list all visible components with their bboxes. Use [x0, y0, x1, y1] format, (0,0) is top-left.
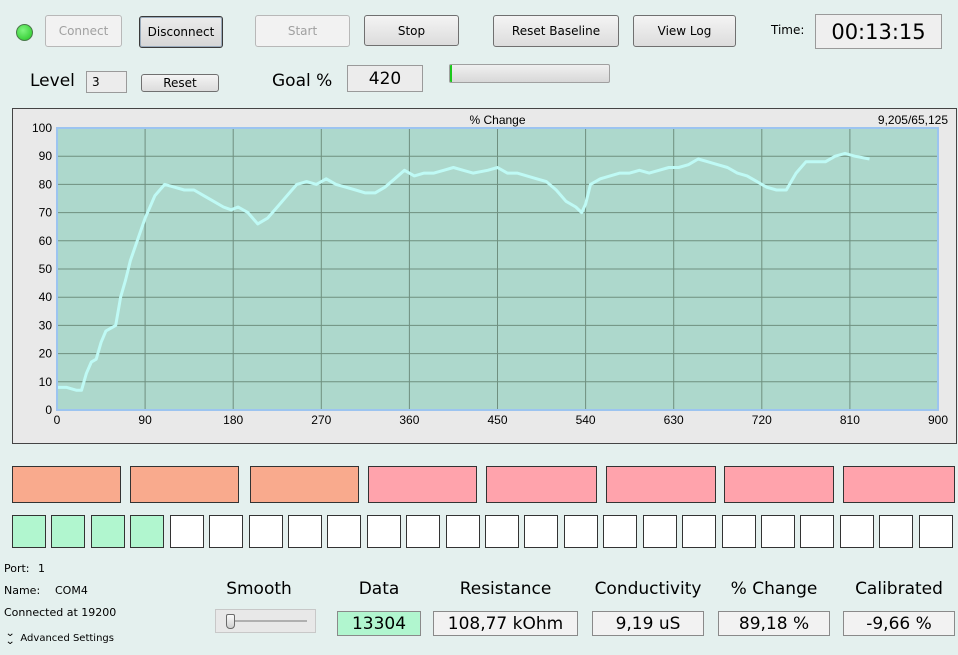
x-tick-label: 90 — [138, 413, 152, 427]
stage-block — [368, 466, 477, 503]
calibrated-value: -9,66 % — [843, 611, 955, 636]
chart-title: % Change — [469, 113, 525, 127]
connection-status-led — [16, 24, 33, 41]
progress-step-cell — [564, 515, 598, 548]
x-tick-label: 180 — [223, 413, 243, 427]
progress-step-cell — [91, 515, 125, 548]
y-tick-label: 20 — [39, 347, 53, 361]
y-tick-label: 60 — [39, 234, 53, 248]
stage-block — [486, 466, 597, 503]
y-tick-label: 100 — [32, 121, 52, 135]
progress-step-cell — [170, 515, 204, 548]
data-value: 13304 — [337, 611, 421, 636]
level-label: Level — [30, 71, 75, 91]
name-label: Name: — [4, 584, 41, 597]
y-tick-label: 80 — [39, 177, 53, 191]
advanced-settings-label: Advanced Settings — [20, 632, 114, 644]
x-tick-label: 720 — [752, 413, 772, 427]
connect-button[interactable]: Connect — [45, 15, 122, 47]
y-tick-label: 50 — [39, 262, 53, 276]
level-reset-button[interactable]: Reset — [141, 74, 219, 92]
disconnect-button[interactable]: Disconnect — [139, 16, 223, 48]
resistance-label: Resistance — [459, 579, 552, 599]
progress-step-cell — [682, 515, 716, 548]
y-tick-label: 90 — [39, 149, 53, 163]
x-tick-label: 630 — [664, 413, 684, 427]
calibrated-label: Calibrated — [855, 579, 943, 599]
stage-block — [130, 466, 239, 503]
connection-speed-text: Connected at 19200 — [4, 606, 117, 619]
stage-block — [250, 466, 359, 503]
stage-block — [724, 466, 834, 503]
data-label: Data — [358, 579, 400, 599]
y-tick-label: 10 — [39, 375, 53, 389]
stage-block — [606, 466, 716, 503]
progress-step-cell — [367, 515, 401, 548]
level-input[interactable]: 3 — [86, 71, 127, 93]
progress-step-cell — [249, 515, 283, 548]
time-label: Time: — [771, 23, 805, 37]
progress-step-cell — [327, 515, 361, 548]
progress-step-cell — [130, 515, 164, 548]
goal-progress-bar — [449, 64, 610, 83]
chart-frame: 0 90 180 270 360 450 540 630 720 810 900 0 10 20 30 40 5… — [12, 108, 957, 444]
stop-button[interactable]: Stop — [364, 15, 459, 46]
reset-baseline-button[interactable]: Reset Baseline — [493, 15, 619, 47]
progress-step-cell — [879, 515, 913, 548]
progress-step-cell — [524, 515, 558, 548]
x-tick-label: 0 — [54, 413, 61, 427]
goal-value-display: 420 — [347, 65, 423, 92]
progress-step-cell — [840, 515, 874, 548]
goal-progress-fill — [450, 65, 452, 82]
conductivity-label: Conductivity — [594, 579, 702, 599]
smooth-label: Smooth — [226, 579, 292, 599]
progress-step-cell — [446, 515, 480, 548]
progress-step-cell — [406, 515, 440, 548]
percent-change-label: % Change — [730, 579, 818, 599]
resistance-value: 108,77 kOhm — [433, 611, 578, 636]
progress-step-cell — [722, 515, 756, 548]
progress-step-cell — [12, 515, 46, 548]
goal-label: Goal % — [272, 71, 333, 91]
name-value: COM4 — [55, 584, 88, 597]
progress-step-cell — [919, 515, 953, 548]
port-label: Port: — [4, 562, 30, 575]
x-tick-label: 270 — [311, 413, 331, 427]
smooth-slider[interactable] — [215, 609, 316, 633]
progress-step-cell — [51, 515, 85, 548]
time-display: 00:13:15 — [815, 14, 942, 49]
progress-step-cell — [800, 515, 834, 548]
progress-step-cell — [209, 515, 243, 548]
y-tick-label: 40 — [39, 290, 53, 304]
port-value: 1 — [38, 562, 45, 575]
x-tick-label: 540 — [576, 413, 596, 427]
stage-block — [843, 466, 955, 503]
advanced-settings-toggle[interactable]: ⌄ ⌄ Advanced Settings — [5, 628, 114, 647]
progress-step-cell — [288, 515, 322, 548]
y-tick-label: 30 — [39, 318, 53, 332]
stage-block — [12, 466, 121, 503]
progress-step-cell — [485, 515, 519, 548]
progress-step-cell — [761, 515, 795, 548]
progress-step-cell — [603, 515, 637, 548]
percent-change-chart: 0 90 180 270 360 450 540 630 720 810 900 0 10 20 30 40 5… — [32, 113, 948, 427]
y-tick-label: 0 — [45, 403, 52, 417]
start-button[interactable]: Start — [255, 15, 350, 47]
smooth-slider-thumb[interactable] — [225, 614, 235, 629]
progress-step-cell — [643, 515, 677, 548]
view-log-button[interactable]: View Log — [633, 15, 736, 47]
x-tick-label: 810 — [840, 413, 860, 427]
x-tick-label: 360 — [399, 413, 419, 427]
percent-change-value: 89,18 % — [718, 611, 830, 636]
smooth-slider-track — [226, 620, 307, 622]
x-tick-label: 900 — [928, 413, 948, 427]
x-tick-label: 450 — [487, 413, 507, 427]
y-tick-label: 70 — [39, 206, 53, 220]
conductivity-value: 9,19 uS — [592, 611, 704, 636]
double-chevron-down-icon: ⌄ ⌄ — [5, 628, 16, 647]
sample-counter: 9,205/65,125 — [878, 113, 948, 127]
